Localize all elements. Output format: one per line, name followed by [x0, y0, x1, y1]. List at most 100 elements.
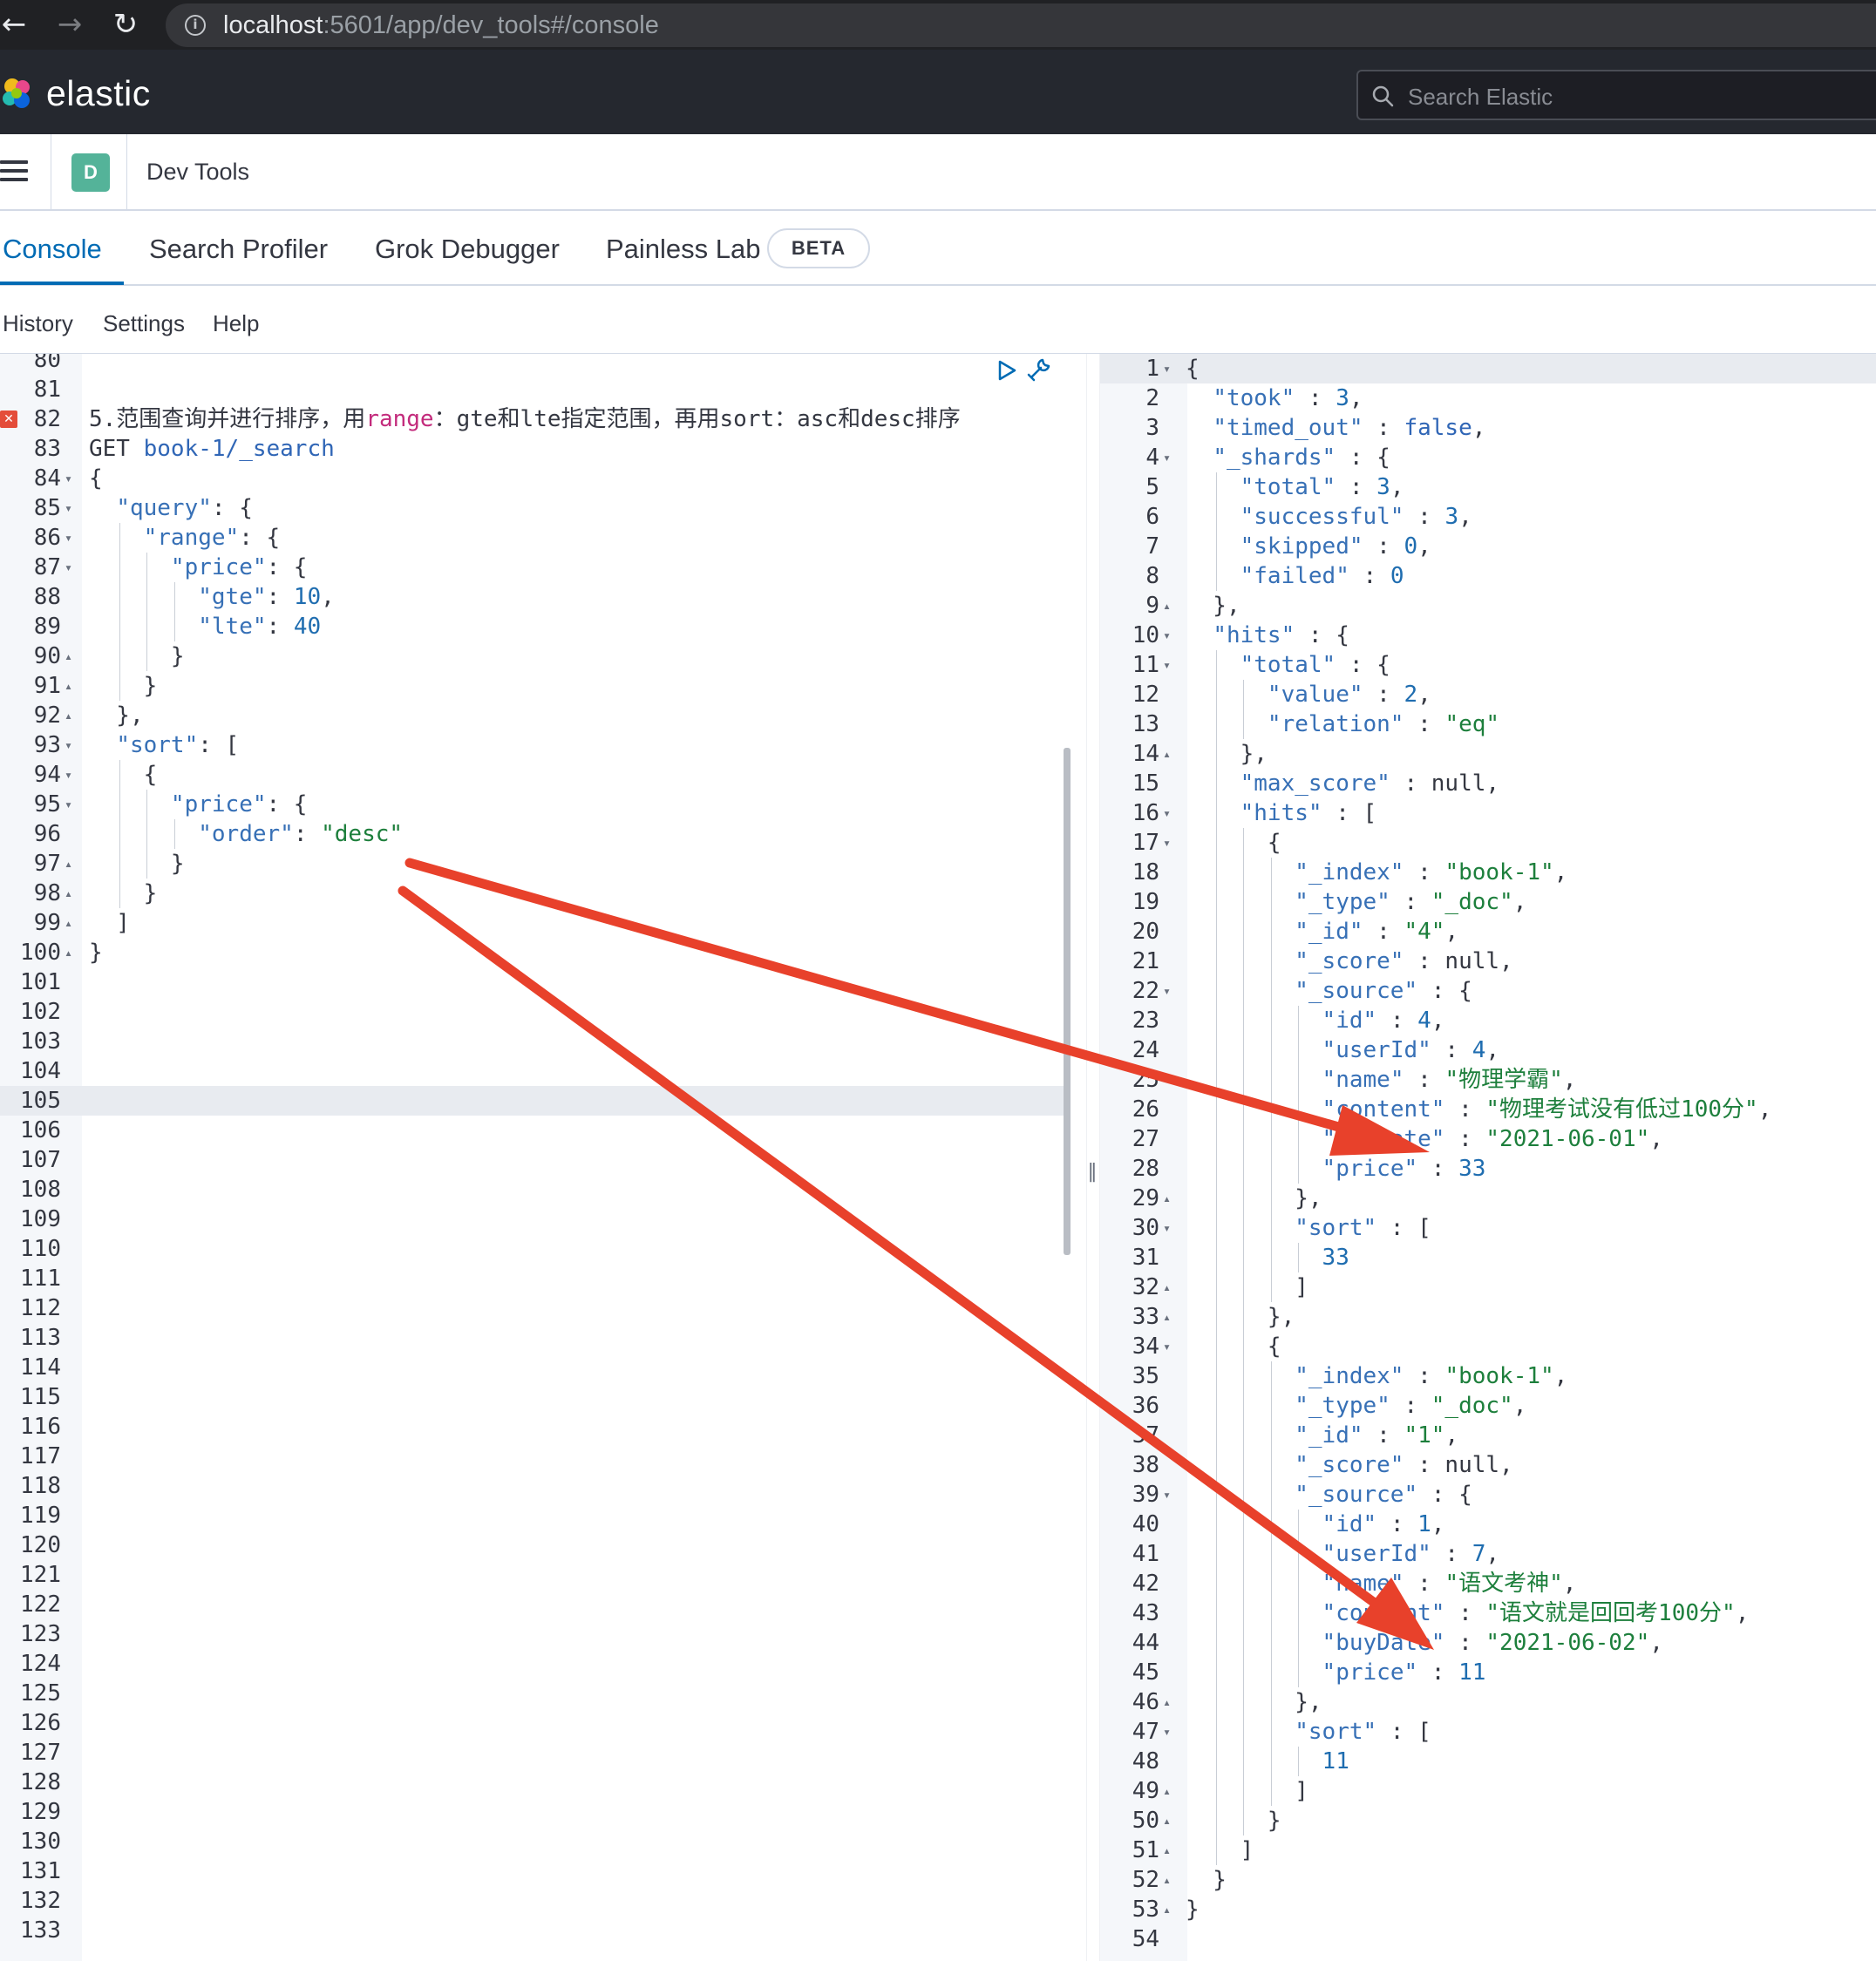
resize-handle-icon[interactable]: ‖: [1084, 1161, 1101, 1183]
code-text: "name" : "物理学霸",: [1322, 1067, 1577, 1093]
line-number: 123: [20, 1621, 61, 1647]
back-arrow-icon[interactable]: ←: [0, 7, 31, 42]
fold-open-icon[interactable]: ▾: [1163, 443, 1171, 472]
address-bar[interactable]: i localhost:5601/app/dev_tools#/console: [166, 3, 1876, 47]
fold-close-icon[interactable]: ▴: [1163, 1272, 1171, 1302]
fold-open-icon[interactable]: ▾: [1163, 650, 1171, 680]
line-number: 49: [1132, 1778, 1159, 1804]
line-number: 92: [33, 702, 61, 729]
line-number: 109: [20, 1206, 61, 1232]
fold-close-icon[interactable]: ▴: [65, 938, 72, 967]
code-text: },: [1186, 1185, 1322, 1211]
panel-resizer[interactable]: [1086, 354, 1100, 1961]
space-avatar[interactable]: D: [71, 153, 110, 192]
line-number: 112: [20, 1295, 61, 1321]
line-number: 41: [1132, 1541, 1159, 1567]
history-link[interactable]: History: [3, 310, 73, 337]
line-number: 11: [1132, 652, 1159, 678]
code-text: "_shards" : {: [1213, 444, 1390, 471]
menu-toggle-icon[interactable]: [0, 160, 28, 181]
code-text: "sort" : [: [1295, 1719, 1431, 1745]
code-text: "_type" : "_doc",: [1295, 889, 1527, 915]
fold-close-icon[interactable]: ▴: [65, 641, 72, 671]
line-number: 84: [33, 465, 61, 492]
tab-painless-lab[interactable]: Painless Lab: [606, 234, 761, 265]
elastic-logo-icon[interactable]: [0, 76, 35, 111]
line-number: 28: [1132, 1156, 1159, 1182]
line-number: 107: [20, 1147, 61, 1173]
fold-close-icon[interactable]: ▴: [1163, 1302, 1171, 1332]
brand-name[interactable]: elastic: [46, 73, 151, 114]
code-text: "name" : "语文考神",: [1322, 1571, 1577, 1597]
settings-link[interactable]: Settings: [103, 310, 185, 337]
fold-close-icon[interactable]: ▴: [1163, 1687, 1171, 1717]
code-text: }: [89, 851, 185, 877]
code-text: "total" : 3,: [1240, 474, 1404, 500]
fold-open-icon[interactable]: ▾: [1163, 1480, 1171, 1510]
line-number: 38: [1132, 1452, 1159, 1478]
fold-close-icon[interactable]: ▴: [1163, 739, 1171, 769]
code-text: "hits" : [: [1240, 800, 1377, 826]
fold-close-icon[interactable]: ▴: [1163, 1776, 1171, 1806]
tab-grok-debugger[interactable]: Grok Debugger: [375, 234, 560, 265]
reload-icon[interactable]: ↻: [108, 7, 143, 42]
fold-close-icon[interactable]: ▴: [1163, 1865, 1171, 1895]
fold-open-icon[interactable]: ▾: [65, 493, 72, 523]
fold-open-icon[interactable]: ▾: [1163, 1717, 1171, 1747]
tab-search-profiler[interactable]: Search Profiler: [149, 234, 328, 265]
fold-open-icon[interactable]: ▾: [1163, 354, 1171, 383]
fold-open-icon[interactable]: ▾: [65, 790, 72, 819]
request-scrollbar[interactable]: [1064, 748, 1071, 1255]
fold-close-icon[interactable]: ▴: [65, 701, 72, 730]
line-number: 83: [33, 436, 61, 462]
fold-close-icon[interactable]: ▴: [65, 671, 72, 701]
code-text: }: [1186, 1867, 1227, 1893]
fold-open-icon[interactable]: ▾: [65, 523, 72, 553]
fold-open-icon[interactable]: ▾: [1163, 798, 1171, 828]
code-text: "_id" : "1",: [1295, 1422, 1459, 1449]
fold-open-icon[interactable]: ▾: [65, 553, 72, 582]
active-tab-indicator: [0, 282, 124, 285]
fold-open-icon[interactable]: ▾: [65, 760, 72, 790]
fold-close-icon[interactable]: ▴: [65, 908, 72, 938]
line-number: 9: [1145, 593, 1159, 619]
code-text: "_index" : "book-1",: [1295, 859, 1568, 886]
fold-open-icon[interactable]: ▾: [65, 464, 72, 493]
global-search-input[interactable]: Search Elastic: [1356, 70, 1876, 120]
fold-close-icon[interactable]: ▴: [1163, 1835, 1171, 1865]
forward-arrow-icon[interactable]: →: [52, 7, 87, 42]
fold-close-icon[interactable]: ▴: [1163, 1895, 1171, 1924]
code-text: "query": {: [116, 495, 253, 521]
error-icon[interactable]: ✕: [0, 411, 17, 428]
code-text: "lte": 40: [198, 614, 322, 640]
code-text: "price" : 11: [1322, 1659, 1486, 1686]
line-number: 96: [33, 821, 61, 847]
code-text: "sort" : [: [1295, 1215, 1431, 1241]
fold-close-icon[interactable]: ▴: [65, 879, 72, 908]
tab-console[interactable]: Console: [3, 234, 102, 265]
code-text: ]: [89, 910, 130, 936]
line-number: 53: [1132, 1897, 1159, 1923]
code-text: "range": {: [143, 525, 281, 551]
code-text: "_source" : {: [1295, 1482, 1472, 1508]
wrench-icon[interactable]: [1025, 356, 1053, 383]
site-info-icon[interactable]: i: [185, 15, 206, 36]
fold-open-icon[interactable]: ▾: [1163, 828, 1171, 858]
fold-open-icon[interactable]: ▾: [1163, 976, 1171, 1006]
fold-open-icon[interactable]: ▾: [1163, 1213, 1171, 1243]
fold-close-icon[interactable]: ▴: [1163, 1184, 1171, 1213]
help-link[interactable]: Help: [213, 310, 259, 337]
fold-open-icon[interactable]: ▾: [65, 730, 72, 760]
line-number: 95: [33, 791, 61, 818]
request-editor[interactable]: 80 81 82 ✕ 5.范围查询并进行排序，用range：gte和lte指定范围，再用…: [0, 354, 1086, 1961]
fold-close-icon[interactable]: ▴: [1163, 591, 1171, 621]
response-editor[interactable]: 1 ▾{2 "took" : 3, 3 "timed_out" : false, 4 ▾…: [1100, 354, 1876, 1961]
fold-close-icon[interactable]: ▴: [65, 849, 72, 879]
fold-open-icon[interactable]: ▾: [1163, 621, 1171, 650]
line-number: 91: [33, 673, 61, 699]
fold-close-icon[interactable]: ▴: [1163, 1806, 1171, 1835]
send-request-icon[interactable]: [996, 357, 1018, 383]
fold-open-icon[interactable]: ▾: [1163, 1332, 1171, 1361]
code-text: "order": "desc": [198, 821, 404, 847]
url-text[interactable]: localhost:5601/app/dev_tools#/console: [223, 11, 659, 40]
